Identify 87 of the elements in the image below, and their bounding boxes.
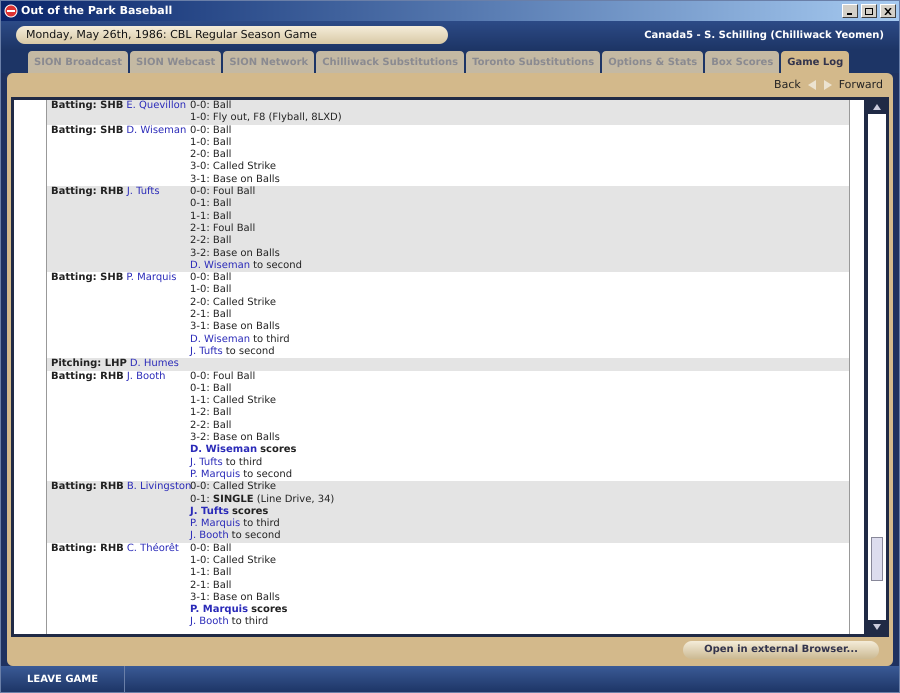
player-link[interactable]: D. Wiseman <box>190 334 250 346</box>
player-link[interactable]: P. Marquis <box>190 468 240 482</box>
runner-result: scores <box>232 506 268 518</box>
player-link[interactable]: J. Booth <box>190 616 229 629</box>
pitch-line: 3-1: Base on Balls <box>190 321 281 334</box>
player-link[interactable]: D. Humes <box>130 358 179 371</box>
pitch-line: 0-1: Ball <box>190 198 232 211</box>
pitch-line: 3-2: Base on Balls <box>190 248 281 260</box>
pitch-line: 0-0: Foul Ball <box>190 186 256 198</box>
runner-result: to third <box>243 518 280 530</box>
player-link[interactable]: E. Quevillon <box>126 100 186 112</box>
player-link[interactable]: J. Tufts <box>190 456 223 469</box>
entry-role: Batting: RHB <box>51 186 124 198</box>
pitch-line: 0-0: Ball <box>190 124 232 137</box>
runner-result: to third <box>232 616 268 629</box>
player-link[interactable]: J. Tufts <box>190 506 229 518</box>
runner-result: to third <box>253 334 290 346</box>
open-browser-button[interactable]: Open in external Browser... <box>683 640 879 658</box>
entry-role: Batting: SHB <box>51 124 124 137</box>
back-link[interactable]: Back <box>774 76 801 94</box>
pitch-line: 2-1: Ball <box>190 580 232 592</box>
pitch-line: 2-2: Ball <box>190 235 232 248</box>
close-button[interactable] <box>880 4 896 18</box>
window-title: Out of the Park Baseball <box>21 2 174 19</box>
player-link[interactable]: J. Booth <box>126 370 166 383</box>
player-link[interactable]: P. Marquis <box>126 272 177 284</box>
runner-result: to second <box>243 468 292 481</box>
tab[interactable]: Game Log <box>781 51 850 73</box>
player-link[interactable]: J. Tufts <box>190 346 223 358</box>
entry-role: Batting: RHB <box>51 481 124 494</box>
app-icon <box>4 4 18 18</box>
pitch-line: 1-0: Called Strike <box>190 554 277 567</box>
player-link[interactable]: D. Wiseman <box>190 444 258 457</box>
pitch-line: 2-1: Ball <box>190 309 232 322</box>
scroll-down-icon[interactable] <box>868 620 886 634</box>
pitch-line: 0-0: Called Strike <box>190 481 277 494</box>
pitch-line: 3-1: Base on Balls <box>190 592 281 604</box>
minimize-button[interactable] <box>842 4 858 18</box>
runner-result: to second <box>226 346 275 358</box>
pitch-line: 1-1: Ball <box>190 567 232 580</box>
pitch-line: 0-0: Ball <box>190 542 232 555</box>
player-link[interactable]: B. Livingston <box>126 481 192 494</box>
pitch-line: 1-0: Fly out, F8 (Flyball, 8LXD) <box>190 112 342 125</box>
player-link[interactable]: P. Marquis <box>190 604 248 616</box>
forward-link[interactable]: Forward <box>838 76 883 94</box>
runner-result: scores <box>251 604 288 616</box>
pitch-line: 0-1: SINGLE (Line Drive, 34) <box>190 494 334 506</box>
pitch-line: 0-0: Ball <box>190 100 232 112</box>
player-link[interactable]: D. Wiseman <box>126 124 186 137</box>
entry-role: Batting: RHB <box>51 542 124 555</box>
pitch-line: 3-2: Base on Balls <box>190 432 281 444</box>
pitch-line: 2-0: Called Strike <box>190 296 277 309</box>
pitch-line: 3-0: Called Strike <box>190 161 277 174</box>
scrollbar[interactable] <box>868 100 886 634</box>
pitch-line: 1-1: Called Strike <box>190 395 277 407</box>
pitch-line: 1-1: Ball <box>190 210 232 223</box>
entry-role: Batting: RHB <box>51 370 124 383</box>
pitch-line: 2-0: Ball <box>190 149 232 161</box>
date-field: Monday, May 26th, 1986: CBL Regular Season Game <box>16 26 448 44</box>
manager-label: Canada5 - S. Schilling (Chilliwack Yeomen) <box>644 28 884 42</box>
runner-result: scores <box>260 444 296 457</box>
pitch-line: 3-1: Base on Balls <box>190 174 280 186</box>
player-link[interactable]: J. Tufts <box>126 186 160 198</box>
maximize-icon <box>865 8 873 14</box>
runner-result: to third <box>226 456 262 469</box>
pitch-line: 0-0: Foul Ball <box>190 370 256 383</box>
entry-role: Batting: SHB <box>51 100 124 112</box>
pitch-line: 0-0: Ball <box>190 272 232 284</box>
player-link[interactable]: J. Booth <box>190 530 229 543</box>
close-icon <box>884 8 892 14</box>
leave-game-button[interactable]: LEAVE GAME <box>1 666 126 692</box>
pitch-line: 1-0: Ball <box>190 136 232 149</box>
player-link[interactable]: P. Marquis <box>190 518 240 530</box>
pitch-line: 2-1: Foul Ball <box>190 222 256 235</box>
player-link[interactable]: C. Théorêt <box>126 542 179 555</box>
runner-result: to second <box>253 260 302 272</box>
pitch-line: 1-2: Ball <box>190 407 232 420</box>
entry-role: Pitching: LHP <box>51 358 127 371</box>
maximize-button[interactable] <box>861 4 877 18</box>
pitch-line: 1-0: Ball <box>190 284 232 297</box>
pitch-line: 2-2: Ball <box>190 420 232 432</box>
runner-result: to second <box>232 530 281 543</box>
pitch-line: 0-1: Ball <box>190 382 232 395</box>
scroll-thumb[interactable] <box>871 537 883 581</box>
entry-role: Batting: SHB <box>51 272 124 284</box>
player-link[interactable]: D. Wiseman <box>190 260 250 272</box>
scroll-up-icon[interactable] <box>868 100 886 114</box>
